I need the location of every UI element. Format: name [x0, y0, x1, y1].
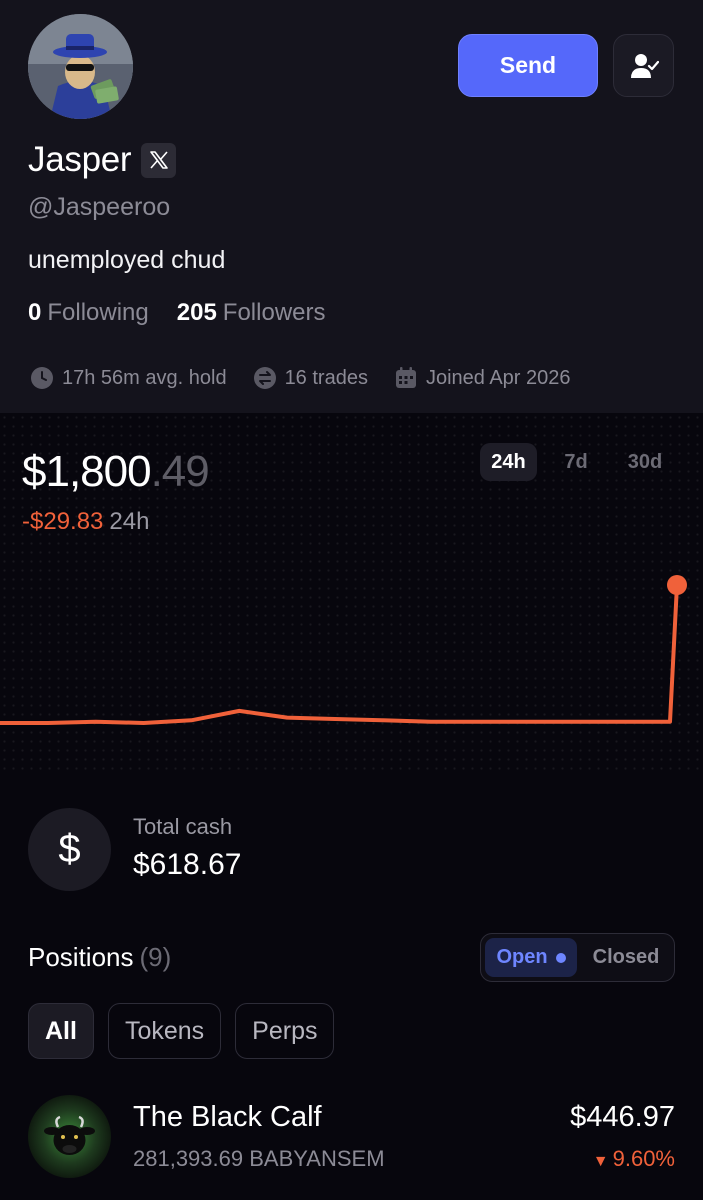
clock-icon	[31, 367, 53, 389]
portfolio-page: Send Jasper @Jaspeeroo unemployed chud 0…	[0, 0, 703, 1200]
joined-stat: Joined Apr 2026	[394, 366, 571, 390]
range-tab-30d[interactable]: 30d	[615, 443, 675, 481]
trades-stat: 16 trades	[253, 366, 368, 390]
following-label: Following	[47, 299, 149, 326]
avg-hold-text: 17h 56m avg. hold	[62, 366, 227, 389]
swap-icon	[253, 367, 276, 389]
user-check-icon	[630, 53, 659, 78]
active-dot-icon	[555, 952, 566, 963]
filter-perps[interactable]: Perps	[235, 1003, 335, 1059]
range-tab-24h[interactable]: 24h	[480, 443, 537, 481]
down-triangle-icon: ▼	[592, 1153, 609, 1170]
balance-cents: .49	[150, 447, 210, 496]
user-handle: @Jaspeeroo	[28, 193, 171, 221]
position-amount: 281,393.69 BABYANSEM	[133, 1146, 385, 1171]
dollar-icon: $	[28, 808, 111, 891]
chart-current-point	[667, 575, 687, 595]
avatar[interactable]	[28, 14, 133, 119]
x-logo-icon[interactable]	[141, 142, 177, 178]
filter-tokens[interactable]: Tokens	[107, 1003, 222, 1059]
change-period: 24h	[109, 508, 150, 535]
position-change: ▼ 9.60%	[593, 1146, 675, 1172]
followers-link[interactable]: 205 Followers	[177, 299, 326, 327]
open-label: Open	[496, 946, 548, 968]
cash-value: $618.67	[133, 848, 242, 881]
position-row[interactable]: The Black Calf 281,393.69 BABYANSEM $446…	[28, 1095, 675, 1179]
send-button[interactable]: Send	[458, 34, 598, 97]
profile-header: Send Jasper @Jaspeeroo unemployed chud 0…	[0, 0, 703, 413]
positions-title: Positions (9)	[28, 942, 171, 973]
name-row: Jasper	[28, 140, 177, 180]
range-tabs: 24h 7d 30d	[480, 443, 675, 481]
position-change-value: 9.60%	[612, 1146, 675, 1171]
black-calf-token-icon	[28, 1095, 111, 1178]
balance-line-chart[interactable]	[0, 540, 703, 740]
range-tab-7d[interactable]: 7d	[537, 443, 615, 481]
followers-count: 205	[176, 299, 217, 326]
balance-whole: $1,800	[22, 447, 152, 496]
change-amount: -$29.83	[22, 508, 104, 535]
chart-series-line	[0, 584, 679, 725]
position-value: $446.97	[570, 1101, 675, 1133]
joined-text: Joined Apr 2026	[425, 366, 571, 389]
followers-label: Followers	[222, 299, 326, 326]
balance-change: -$29.83 24h	[22, 508, 149, 536]
trading-stats: 17h 56m avg. hold 16 trades Joined Apr 2…	[30, 366, 597, 390]
following-link[interactable]: 0 Following	[28, 299, 149, 327]
positions-count: (9)	[139, 942, 172, 972]
open-tab[interactable]: Open	[485, 938, 577, 977]
avg-hold-stat: 17h 56m avg. hold	[30, 366, 227, 390]
user-bio: unemployed chud	[28, 246, 226, 274]
following-count: 0	[28, 299, 42, 326]
calendar-icon	[395, 367, 416, 388]
cash-label: Total cash	[133, 814, 233, 839]
portfolio-balance: $1,800.49	[22, 447, 210, 497]
positions-label: Positions	[28, 942, 134, 972]
filter-all[interactable]: All	[28, 1003, 94, 1059]
open-closed-toggle: Open Closed	[480, 933, 675, 982]
position-filters: All Tokens Perps	[28, 1003, 335, 1059]
closed-tab[interactable]: Closed	[581, 938, 671, 977]
trades-text: 16 trades	[284, 366, 368, 389]
display-name: Jasper	[28, 140, 132, 179]
follow-user-button[interactable]	[613, 34, 674, 97]
follow-stats: 0 Following 205 Followers	[28, 299, 326, 327]
position-name: The Black Calf	[133, 1101, 322, 1133]
